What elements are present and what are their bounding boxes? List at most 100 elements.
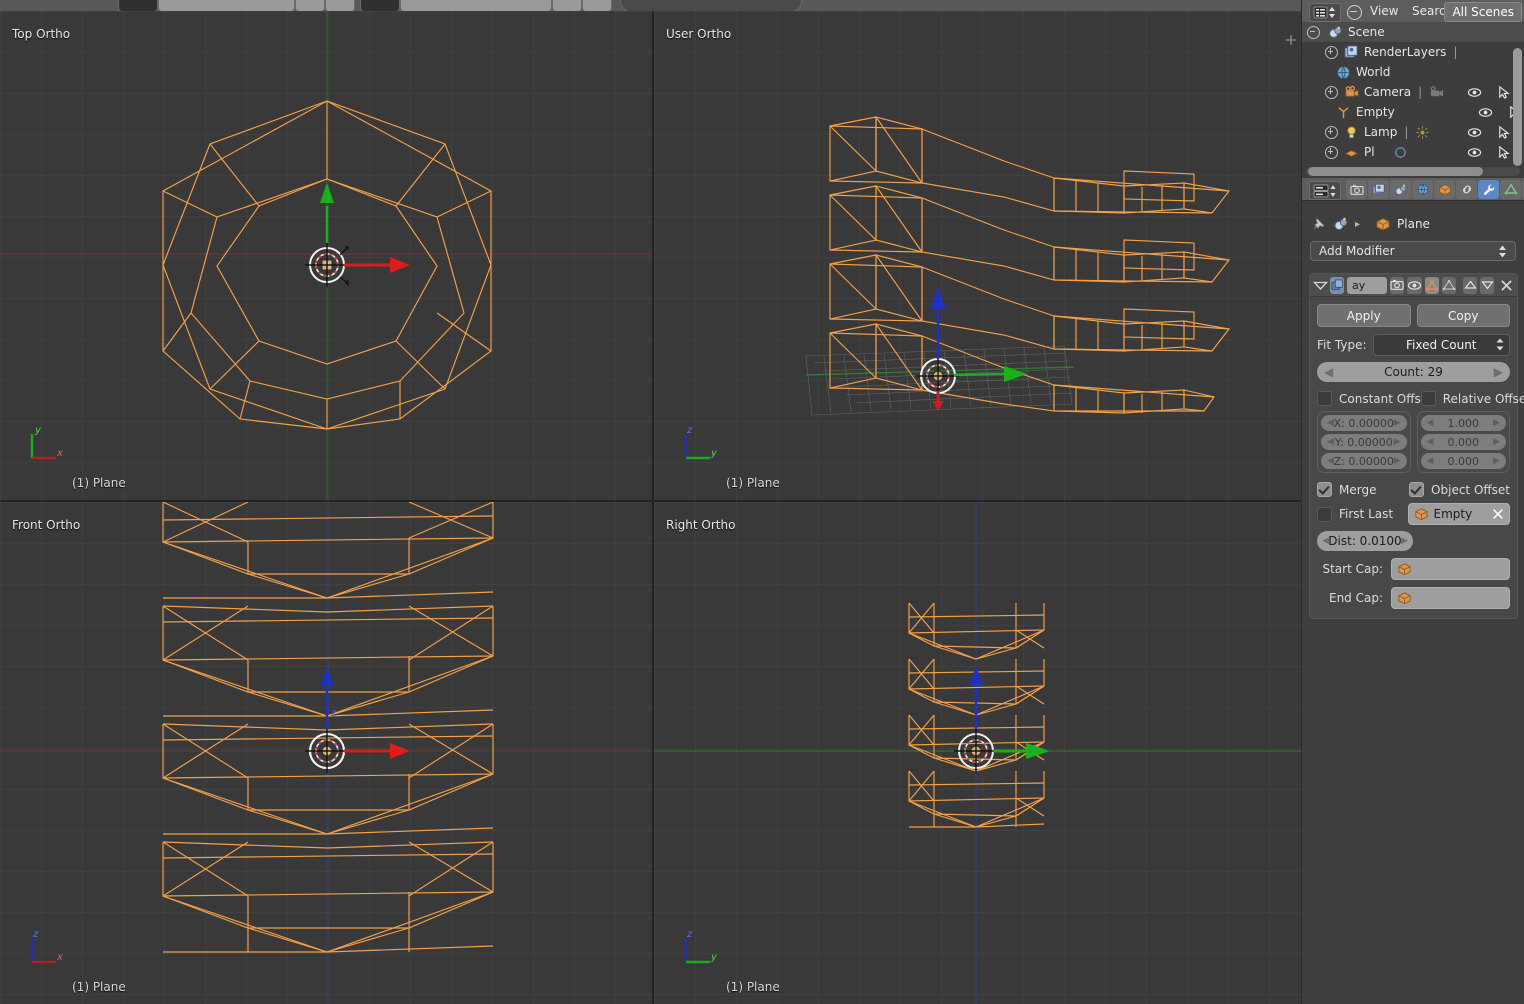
apply-button[interactable]: Apply (1317, 304, 1411, 327)
header-button-5[interactable] (552, 0, 582, 11)
viewport-right[interactable]: Right Ortho z y (1) Plane (654, 502, 1301, 1004)
empty-axis-icon (1338, 106, 1349, 118)
outliner-row-empty[interactable]: Empty (1302, 102, 1524, 122)
editmode-icon[interactable] (1425, 276, 1439, 294)
x-close-icon[interactable] (1492, 508, 1504, 520)
orange-cube-icon (1376, 217, 1390, 231)
outliner-row-lamp[interactable]: Lamp | (1302, 122, 1524, 142)
tab-constraints[interactable] (1456, 180, 1477, 199)
move-up-icon[interactable] (1463, 276, 1477, 294)
mesh-data-icon (1394, 146, 1406, 158)
relative-offset-z[interactable]: ◀ 0.000 ▶ (1420, 453, 1506, 469)
row-divider: | (1418, 85, 1423, 99)
add-modifier-dropdown[interactable]: Add Modifier (1310, 241, 1516, 261)
constant-offset-checkbox[interactable]: Constant Offs (1317, 391, 1421, 406)
outliner-row-plane[interactable]: Pl (1302, 142, 1524, 162)
header-button-3[interactable] (325, 0, 355, 11)
outliner-label-renderlayers: RenderLayers (1364, 45, 1447, 59)
viewport-top[interactable]: Top Ortho y x (1) Plane (0, 11, 652, 500)
header-button-4[interactable] (360, 0, 400, 11)
expand-collapse-icon[interactable] (1325, 85, 1338, 99)
constant-offset-y[interactable]: ◀ Y: 0.00000 ▶ (1321, 434, 1407, 450)
viewport-divider-horizontal[interactable] (0, 500, 1301, 502)
fit-type-dropdown[interactable]: Fixed Count (1372, 334, 1510, 356)
copy-icon[interactable] (1330, 276, 1344, 294)
viewport-front[interactable]: z Front Ortho z x (1) Plane (0, 502, 652, 1004)
svg-text:z: z (330, 708, 337, 719)
viewport-user[interactable]: User Ortho z y (1) Plane (654, 11, 1301, 500)
relative-offset-label: Relative Offse (1442, 391, 1524, 406)
outliner-collapse-all-icon[interactable] (1347, 5, 1362, 20)
transform-manipulator[interactable] (305, 183, 410, 287)
pin-icon[interactable] (1310, 216, 1327, 233)
viewport-toggle-icon[interactable] (1407, 276, 1422, 294)
constant-offset-z[interactable]: ◀ Z: 0.00000 ▶ (1321, 453, 1407, 469)
eye-icon[interactable] (1467, 85, 1482, 100)
cursor-arrow-icon[interactable] (1496, 85, 1511, 100)
outliner-editor: View Search All Scenes Scene RenderLayer… (1301, 0, 1524, 178)
outliner-scene-scope-selector[interactable]: All Scenes (1444, 2, 1522, 22)
tab-render[interactable] (1346, 180, 1367, 199)
tab-scene[interactable] (1390, 180, 1411, 199)
copy-button[interactable]: Copy (1416, 304, 1510, 327)
outliner-row-world[interactable]: World (1302, 62, 1524, 82)
cursor-arrow-icon[interactable] (1496, 125, 1511, 140)
decrement-arrow-icon[interactable]: ◀ (1324, 365, 1333, 379)
transform-manipulator[interactable]: z (305, 666, 410, 773)
outliner-display-mode-icon[interactable] (1309, 3, 1341, 22)
tab-world[interactable] (1412, 180, 1433, 199)
eye-icon[interactable] (1478, 105, 1493, 120)
tab-modifiers[interactable] (1478, 180, 1499, 199)
transform-manipulator[interactable] (954, 666, 1050, 773)
renderlayers-icon (1344, 44, 1358, 58)
tab-data[interactable] (1500, 180, 1521, 199)
expand-collapse-icon[interactable] (1325, 125, 1338, 139)
cage-icon[interactable] (1442, 276, 1456, 294)
header-button-6[interactable] (582, 0, 612, 11)
expand-collapse-icon[interactable] (1307, 25, 1320, 39)
eye-icon[interactable] (1467, 145, 1482, 160)
breadcrumb-separator: ▸ (1355, 218, 1361, 230)
viewport-divider-vertical[interactable] (652, 11, 654, 1004)
relative-offset-x[interactable]: ◀ 1.000 ▶ (1420, 415, 1506, 431)
move-down-icon[interactable] (1480, 276, 1494, 294)
merge-distance-field[interactable]: ◀ Dist: 0.0100 ▶ (1317, 531, 1413, 551)
scene-icon[interactable] (1333, 216, 1349, 232)
x-close-icon[interactable] (1500, 279, 1513, 292)
merge-checkbox[interactable]: Merge (1317, 482, 1409, 497)
header-button-1[interactable] (118, 0, 158, 11)
header-field-1[interactable] (158, 0, 295, 11)
first-last-checkbox[interactable]: First Last (1317, 506, 1408, 522)
eye-icon[interactable] (1467, 125, 1482, 140)
cursor-arrow-icon[interactable] (1496, 145, 1511, 160)
relative-offset-y[interactable]: ◀ 0.000 ▶ (1420, 434, 1506, 450)
outliner-horizontal-scrollbar[interactable] (1308, 167, 1483, 176)
outliner-row-renderlayers[interactable]: RenderLayers | (1302, 42, 1524, 62)
end-cap-field[interactable] (1391, 587, 1510, 609)
render-toggle-icon[interactable] (1390, 276, 1404, 294)
offset-object-field[interactable]: Empty (1407, 503, 1510, 525)
object-offset-checkbox[interactable]: Object Offset (1409, 482, 1510, 497)
outliner-row-camera[interactable]: Camera | (1302, 82, 1524, 102)
transform-manipulator[interactable] (916, 287, 1027, 411)
array-modifier-panel: ay Apply Copy Fit Type: Fixed Count ◀ Co… (1309, 273, 1524, 619)
expand-collapse-icon[interactable] (1325, 45, 1338, 59)
expand-collapse-icon[interactable] (1325, 145, 1338, 159)
modifier-name-field[interactable]: ay (1347, 276, 1387, 294)
properties-editor-icon[interactable] (1309, 181, 1341, 200)
tab-render-layers[interactable] (1368, 180, 1389, 199)
header-field-2[interactable] (400, 0, 552, 11)
triangle-down-icon[interactable] (1313, 281, 1328, 290)
count-field[interactable]: ◀ Count: 29 ▶ (1317, 362, 1510, 382)
tab-object[interactable] (1434, 180, 1455, 199)
header-button-2[interactable] (295, 0, 325, 11)
relative-offset-checkbox[interactable]: Relative Offse (1420, 391, 1524, 406)
header-pill-1[interactable] (620, 0, 802, 11)
viewport-right-axis-gizmo: z y (684, 929, 718, 964)
start-cap-field[interactable] (1391, 558, 1510, 580)
increment-arrow-icon[interactable]: ▶ (1494, 365, 1503, 379)
outliner-row-scene[interactable]: Scene (1302, 22, 1524, 42)
outliner-vertical-scrollbar[interactable] (1513, 48, 1522, 166)
outliner-menu-view[interactable]: View (1370, 4, 1398, 18)
constant-offset-x[interactable]: ◀ X: 0.00000 ▶ (1321, 415, 1407, 431)
